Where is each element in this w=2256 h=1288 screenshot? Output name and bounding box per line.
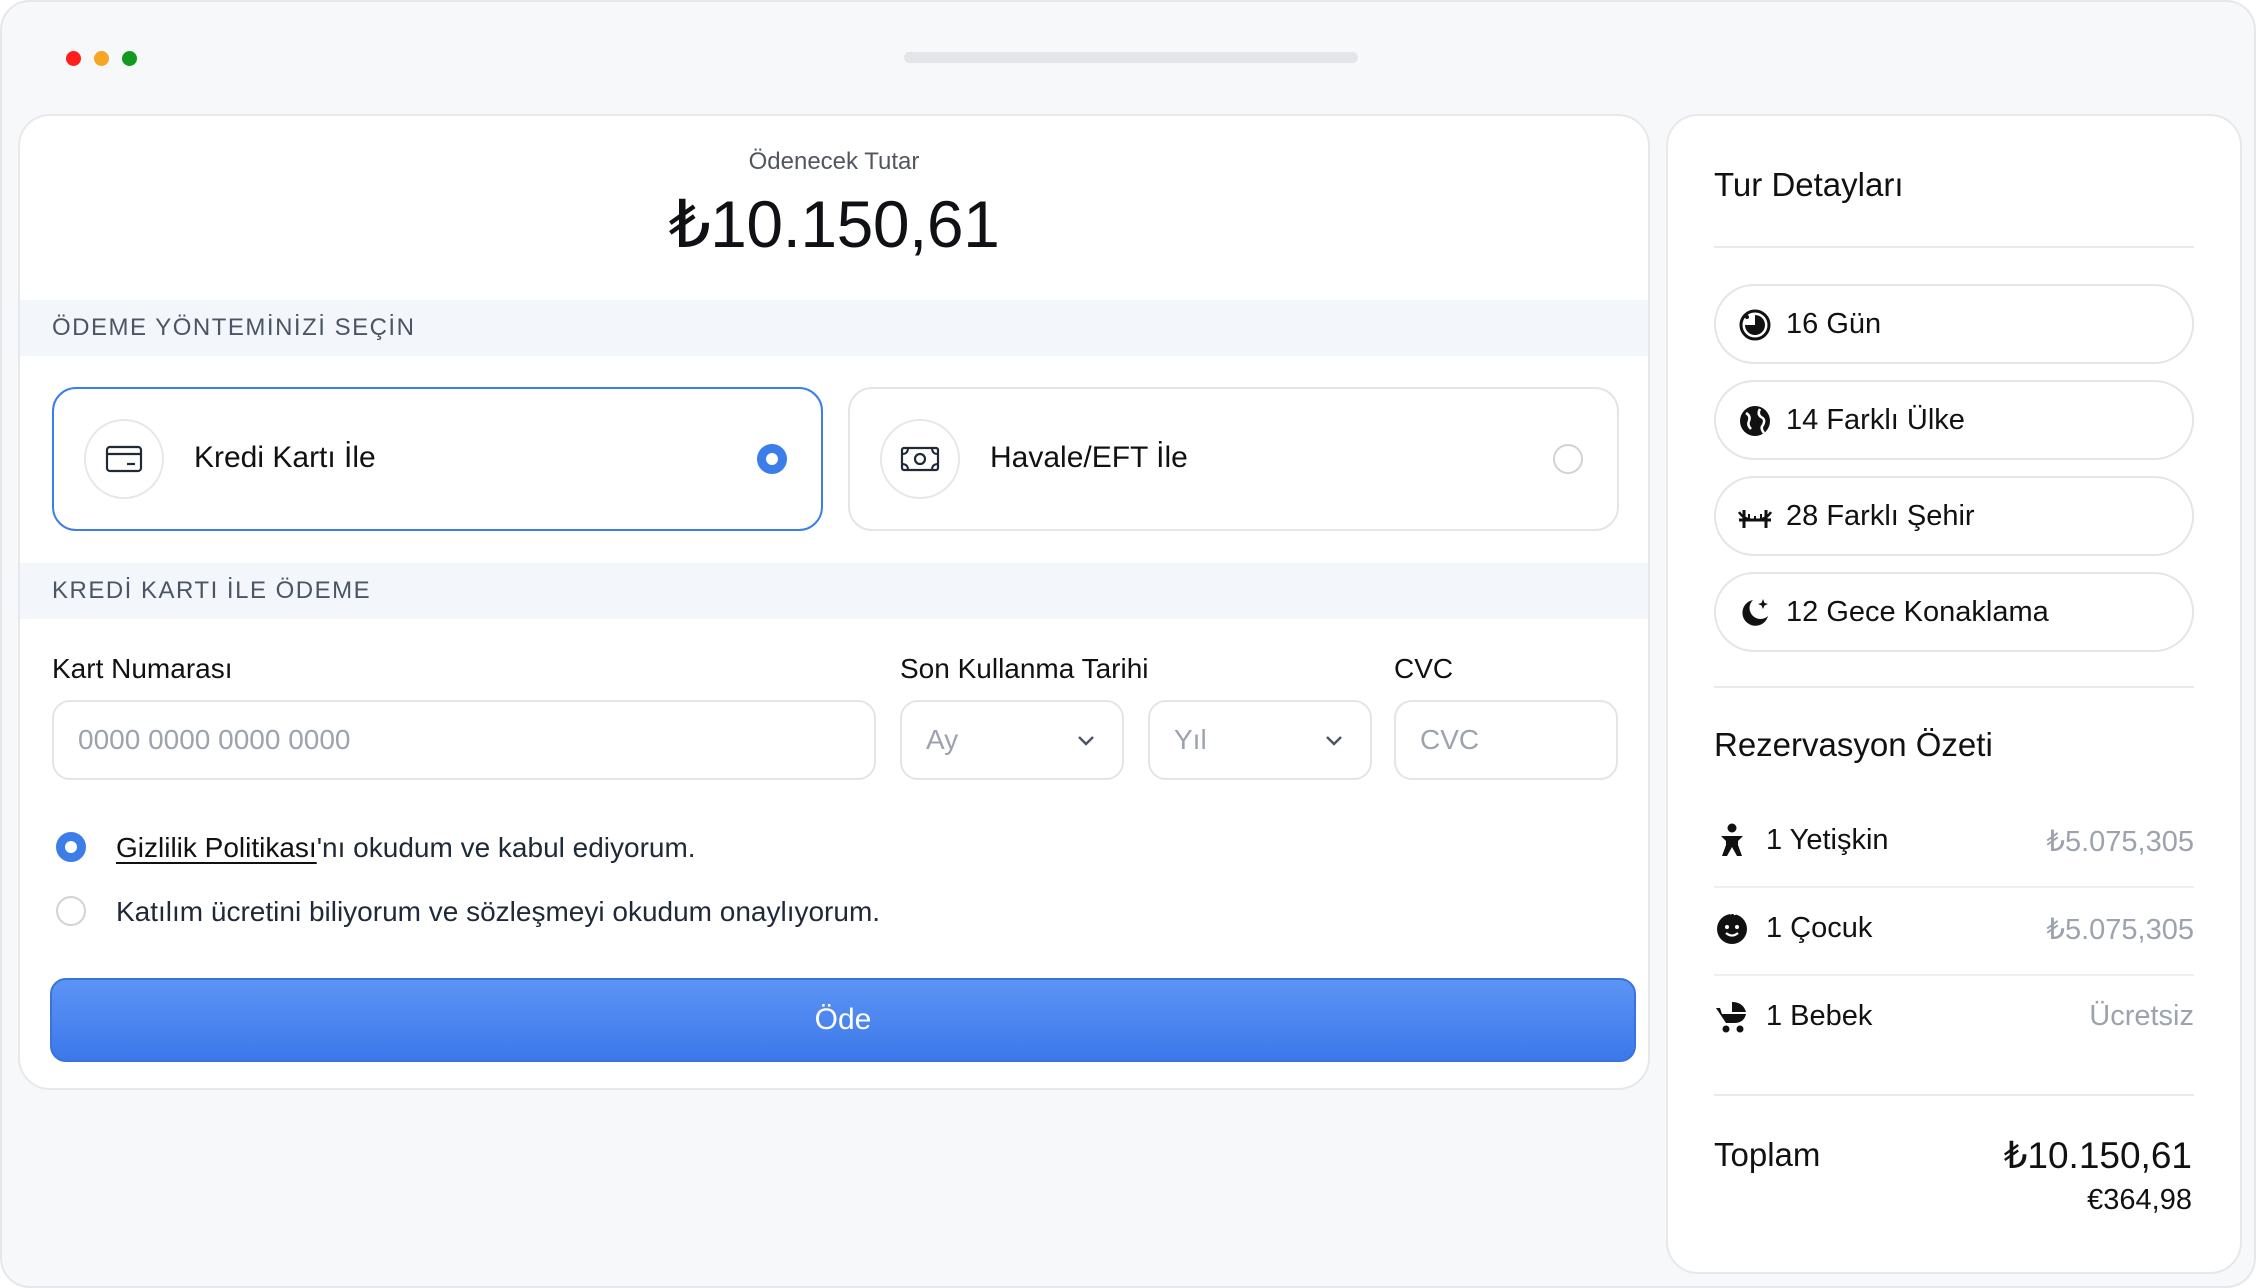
terms-consent[interactable]: Katılım ücretini biliyorum ve sözleşmeyi… xyxy=(52,892,1152,932)
divider xyxy=(1714,1094,2194,1096)
summary-adult-price: ₺5.075,305 xyxy=(2046,826,2194,858)
expiry-month-select[interactable]: Ay xyxy=(900,700,1124,780)
clock-icon xyxy=(1739,309,1771,341)
cvc-input[interactable]: CVC xyxy=(1394,700,1618,780)
total-label: Toplam xyxy=(1714,1136,1821,1173)
tour-detail-countries-text: 14 Farklı Ülke xyxy=(1786,404,1965,436)
method-bank-transfer-radio[interactable] xyxy=(1553,444,1583,474)
summary-infant-label: 1 Bebek xyxy=(1766,1000,1873,1032)
tour-detail-nights-text: 12 Gece Konaklama xyxy=(1786,596,2049,628)
reservation-summary-title: Rezervasyon Özeti xyxy=(1714,726,1993,763)
tour-detail-days-text: 16 Gün xyxy=(1786,308,1882,340)
card-number-label: Kart Numarası xyxy=(52,653,233,684)
bridge-icon xyxy=(1738,510,1772,528)
banknote-icon xyxy=(880,419,960,499)
amount-label: Ödenecek Tutar xyxy=(748,148,920,175)
close-window-button[interactable] xyxy=(66,51,81,66)
stroller-icon xyxy=(1716,1002,1746,1033)
total-try-value: ₺10.150,61 xyxy=(2003,1135,2192,1176)
summary-child-label: 1 Çocuk xyxy=(1766,912,1873,944)
adult-icon xyxy=(1721,823,1743,856)
address-bar[interactable] xyxy=(904,52,1358,63)
payment-panel: Ödenecek Tutar ₺10.150,61 ÖDEME YÖNTEMİN… xyxy=(18,114,1650,1090)
terms-consent-checkbox[interactable] xyxy=(56,896,86,926)
privacy-consent[interactable]: Gizlilik Politikası'nı okudum ve kabul e… xyxy=(52,828,952,868)
card-number-input[interactable]: 0000 0000 0000 0000 xyxy=(52,700,876,780)
summary-row-adult: 1 Yetişkin ₺5.075,305 xyxy=(1714,798,2194,886)
minimize-window-button[interactable] xyxy=(94,51,109,66)
expiry-year-select[interactable]: Yıl xyxy=(1148,700,1372,780)
terms-consent-text: Katılım ücretini biliyorum ve sözleşmeyi… xyxy=(116,896,881,927)
chevron-down-icon xyxy=(1078,736,1094,746)
method-credit-card-label: Kredi Kartı İle xyxy=(194,441,376,474)
divider xyxy=(1714,686,2194,688)
tour-detail-nights: 12 Gece Konaklama xyxy=(1714,572,2194,652)
tour-detail-days: 16 Gün xyxy=(1714,284,2194,364)
summary-adult-label: 1 Yetişkin xyxy=(1766,824,1889,856)
card-section-title: KREDİ KARTI İLE ÖDEME xyxy=(20,563,1648,619)
method-bank-transfer[interactable]: Havale/EFT İle xyxy=(848,387,1619,531)
credit-card-icon xyxy=(84,419,164,499)
cvc-label: CVC xyxy=(1394,653,1454,684)
tour-detail-countries: 14 Farklı Ülke xyxy=(1714,380,2194,460)
summary-infant-price: Ücretsiz xyxy=(2089,1000,2194,1032)
method-bank-transfer-label: Havale/EFT İle xyxy=(990,441,1188,474)
maximize-window-button[interactable] xyxy=(122,51,137,66)
tour-detail-cities: 28 Farklı Şehir xyxy=(1714,476,2194,556)
summary-child-price: ₺5.075,305 xyxy=(2046,914,2194,946)
expiry-month-placeholder: Ay xyxy=(926,724,959,755)
privacy-consent-text: 'nı okudum ve kabul ediyorum. xyxy=(316,832,696,863)
tour-detail-cities-text: 28 Farklı Şehir xyxy=(1786,500,1975,532)
tour-sidebar: Tur Detayları 16 Gün 14 Farklı Ülke 28 F… xyxy=(1666,114,2242,1274)
tour-details-title: Tur Detayları xyxy=(1714,166,1904,203)
privacy-consent-checkbox[interactable] xyxy=(56,832,86,862)
amount-value: ₺10.150,61 xyxy=(668,187,1000,261)
summary-row-infant: 1 Bebek Ücretsiz xyxy=(1714,974,2194,1062)
summary-row-child: 1 Çocuk ₺5.075,305 xyxy=(1714,886,2194,974)
chevron-down-icon xyxy=(1326,736,1342,746)
divider xyxy=(1714,246,2194,248)
globe-icon xyxy=(1740,406,1770,436)
method-credit-card-radio[interactable] xyxy=(757,444,787,474)
expiry-label: Son Kullanma Tarihi xyxy=(900,653,1149,684)
method-credit-card[interactable]: Kredi Kartı İle xyxy=(52,387,823,531)
expiry-year-placeholder: Yıl xyxy=(1174,724,1207,755)
payment-method-section-title: ÖDEME YÖNTEMİNİZİ SEÇİN xyxy=(20,300,1648,356)
child-face-icon xyxy=(1717,911,1747,944)
browser-window: Ödenecek Tutar ₺10.150,61 ÖDEME YÖNTEMİN… xyxy=(0,0,2256,1288)
pay-button[interactable]: Öde xyxy=(50,978,1636,1062)
moon-stars-icon xyxy=(1742,599,1768,626)
privacy-policy-link[interactable]: Gizlilik Politikası xyxy=(116,832,317,863)
title-bar xyxy=(2,2,2254,112)
total-eur-value: €364,98 xyxy=(2087,1184,2192,1216)
